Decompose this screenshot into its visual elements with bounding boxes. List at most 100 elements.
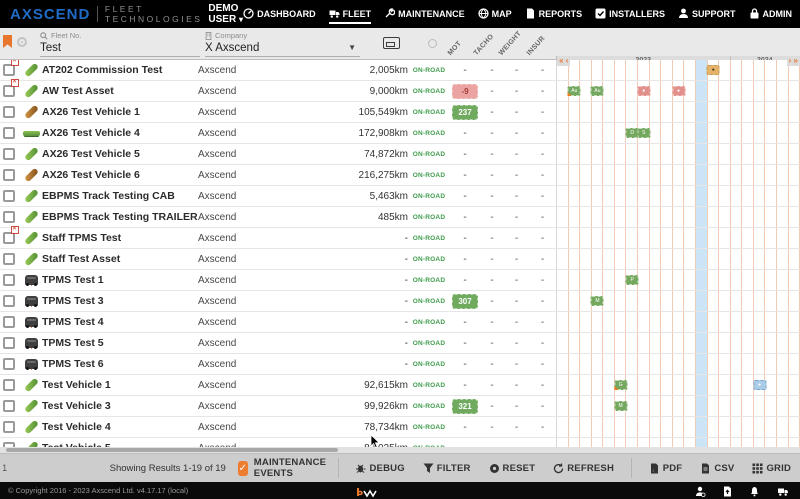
insur-value: - bbox=[529, 291, 556, 311]
table-row[interactable]: TPMS Test 3Axscend-ON-ROAD307---M bbox=[0, 291, 800, 312]
button-label: PDF bbox=[663, 463, 683, 474]
pdf-button[interactable]: ↓PDF bbox=[640, 463, 692, 474]
table-row[interactable]: TPMS Test 1Axscend-ON-ROAD----P bbox=[0, 270, 800, 291]
chevron-down-icon[interactable]: ▼ bbox=[348, 43, 356, 52]
maintenance-event-badge[interactable]: Au bbox=[568, 86, 581, 96]
user-icon[interactable] bbox=[695, 484, 706, 499]
nav-item-reports[interactable]: REPORTS bbox=[525, 4, 583, 24]
nav-item-map[interactable]: MAP bbox=[478, 4, 512, 24]
table-row[interactable]: AT202 Commission TestAxscend2,005kmON-RO… bbox=[0, 60, 800, 81]
company-name: Axscend bbox=[198, 312, 340, 332]
table-row[interactable]: TPMS Test 4Axscend-ON-ROAD---- bbox=[0, 312, 800, 333]
row-checkbox[interactable] bbox=[3, 211, 15, 223]
table-row[interactable]: EBPMS Track Testing TRAILERAxscend485kmO… bbox=[0, 207, 800, 228]
table-row[interactable]: TPMS Test 6Axscend-ON-ROAD---- bbox=[0, 354, 800, 375]
nav-item-installers[interactable]: INSTALLERS bbox=[595, 4, 665, 24]
table-row[interactable]: EBPMS Track Testing CABAxscend5,463kmON-… bbox=[0, 186, 800, 207]
truck-dark-icon bbox=[25, 275, 38, 285]
nav-item-support[interactable]: SUPPORT bbox=[678, 4, 736, 24]
table-row[interactable]: Test Vehicle 1Axscend92,615kmON-ROAD----… bbox=[0, 375, 800, 396]
grid-button[interactable]: GRID bbox=[743, 463, 800, 474]
nav-item-dashboard[interactable]: DASHBOARD bbox=[243, 4, 316, 24]
row-checkbox[interactable] bbox=[3, 295, 15, 307]
table-row[interactable]: Test Vehicle 4Axscend78,734kmON-ROAD---- bbox=[0, 417, 800, 438]
timeline-cell bbox=[626, 165, 638, 185]
table-row[interactable]: TPMS Test 5Axscend-ON-ROAD---- bbox=[0, 333, 800, 354]
row-checkbox[interactable] bbox=[3, 337, 15, 349]
table-row[interactable]: AX26 Test Vehicle 5Axscend74,872kmON-ROA… bbox=[0, 144, 800, 165]
maintenance-event-badge[interactable]: S bbox=[637, 128, 650, 138]
warning-corner-icon bbox=[614, 386, 618, 390]
mot-days-badge[interactable]: 321 bbox=[452, 399, 478, 414]
row-checkbox[interactable] bbox=[3, 421, 15, 433]
current-week-column bbox=[696, 438, 708, 447]
maintenance-event-badge[interactable]: ● bbox=[753, 380, 766, 390]
odometer-value: 172,908km bbox=[340, 123, 408, 143]
timeline-cell bbox=[708, 375, 720, 395]
row-checkbox[interactable] bbox=[3, 400, 15, 412]
bookmark-icon[interactable] bbox=[3, 35, 12, 48]
scrollbar-thumb[interactable] bbox=[6, 448, 338, 452]
status-circle-icon[interactable] bbox=[428, 39, 437, 48]
maintenance-event-badge[interactable]: ● bbox=[637, 86, 650, 96]
table-row[interactable]: AW Test AssetAxscend9,000kmON-ROAD-9---A… bbox=[0, 81, 800, 102]
row-checkbox[interactable] bbox=[3, 316, 15, 328]
row-checkbox[interactable] bbox=[3, 190, 15, 202]
asset-card-icon[interactable] bbox=[383, 37, 400, 49]
table-row[interactable]: Test Vehicle 5Axscend82,025kmON-ROAD---- bbox=[0, 438, 800, 447]
timeline-forward-arrows[interactable]: › » bbox=[787, 56, 800, 66]
maintenance-event-badge[interactable]: Au bbox=[591, 86, 604, 96]
csv-button[interactable]: CSV bbox=[691, 463, 743, 474]
maintenance-event-badge[interactable]: P bbox=[626, 275, 639, 285]
company-select[interactable]: X Axscend bbox=[205, 42, 360, 54]
fleet-no-input[interactable]: Test bbox=[40, 42, 200, 54]
table-row[interactable]: AX26 Test Vehicle 6Axscend216,275kmON-RO… bbox=[0, 165, 800, 186]
table-row[interactable]: Staff TPMS TestAxscend-ON-ROAD---- bbox=[0, 228, 800, 249]
timeline-cell bbox=[742, 123, 754, 143]
row-checkbox-cell bbox=[0, 123, 20, 143]
row-checkbox[interactable] bbox=[3, 127, 15, 139]
maintenance-event-badge[interactable]: G bbox=[614, 380, 627, 390]
document-upload-icon[interactable] bbox=[722, 484, 733, 499]
vehicle-name: AX26 Test Vehicle 4 bbox=[42, 123, 198, 143]
nav-item-maintenance[interactable]: MAINTENANCE bbox=[384, 4, 465, 24]
maintenance-events-checkbox[interactable]: ✓ bbox=[238, 461, 248, 476]
row-checkbox[interactable] bbox=[3, 358, 15, 370]
target-circle-icon[interactable] bbox=[17, 37, 27, 47]
fleet-no-field[interactable]: Fleet No. Test bbox=[40, 31, 200, 57]
user-menu[interactable]: DEMO USER ▾ bbox=[208, 3, 243, 25]
filter-button[interactable]: FILTER bbox=[414, 463, 480, 474]
maintenance-event-badge[interactable]: ● bbox=[672, 86, 685, 96]
timeline-cell bbox=[765, 249, 777, 269]
bell-icon[interactable] bbox=[749, 484, 760, 499]
company-field[interactable]: Company X Axscend ▼ bbox=[205, 31, 360, 57]
timeline-cell bbox=[754, 186, 766, 206]
mot-days-badge[interactable]: -9 bbox=[452, 84, 478, 99]
row-checkbox[interactable] bbox=[3, 274, 15, 286]
maintenance-event-badge[interactable]: M bbox=[591, 296, 604, 306]
row-checkbox[interactable] bbox=[3, 169, 15, 181]
timeline-cell bbox=[592, 438, 604, 447]
table-row[interactable]: AX26 Test Vehicle 1Axscend105,549kmON-RO… bbox=[0, 102, 800, 123]
timeline-cell bbox=[708, 396, 720, 416]
maintenance-event-badge[interactable]: ● bbox=[707, 65, 720, 75]
timeline-back-arrows[interactable]: « ‹ bbox=[557, 56, 570, 66]
mot-days-badge[interactable]: 307 bbox=[452, 294, 478, 309]
row-checkbox[interactable] bbox=[3, 148, 15, 160]
maintenance-event-badge[interactable]: M bbox=[614, 401, 627, 411]
row-checkbox[interactable] bbox=[3, 379, 15, 391]
nav-item-fleet[interactable]: FLEET bbox=[329, 4, 372, 24]
debug-button[interactable]: DEBUG bbox=[346, 463, 413, 474]
row-checkbox[interactable] bbox=[3, 106, 15, 118]
current-week-column bbox=[696, 333, 708, 353]
reset-button[interactable]: RESET bbox=[480, 463, 545, 474]
truck-icon[interactable] bbox=[776, 484, 790, 499]
table-row[interactable]: Staff Test AssetAxscend-ON-ROAD---- bbox=[0, 249, 800, 270]
refresh-button[interactable]: REFRESH bbox=[544, 463, 623, 474]
mot-days-badge[interactable]: 237 bbox=[452, 105, 478, 120]
nav-item-admin[interactable]: ADMIN bbox=[749, 4, 793, 24]
row-checkbox[interactable] bbox=[3, 253, 15, 265]
table-row[interactable]: Test Vehicle 3Axscend99,926kmON-ROAD321-… bbox=[0, 396, 800, 417]
table-row[interactable]: AX26 Test Vehicle 4Axscend172,908kmON-RO… bbox=[0, 123, 800, 144]
timeline-cell bbox=[603, 165, 615, 185]
